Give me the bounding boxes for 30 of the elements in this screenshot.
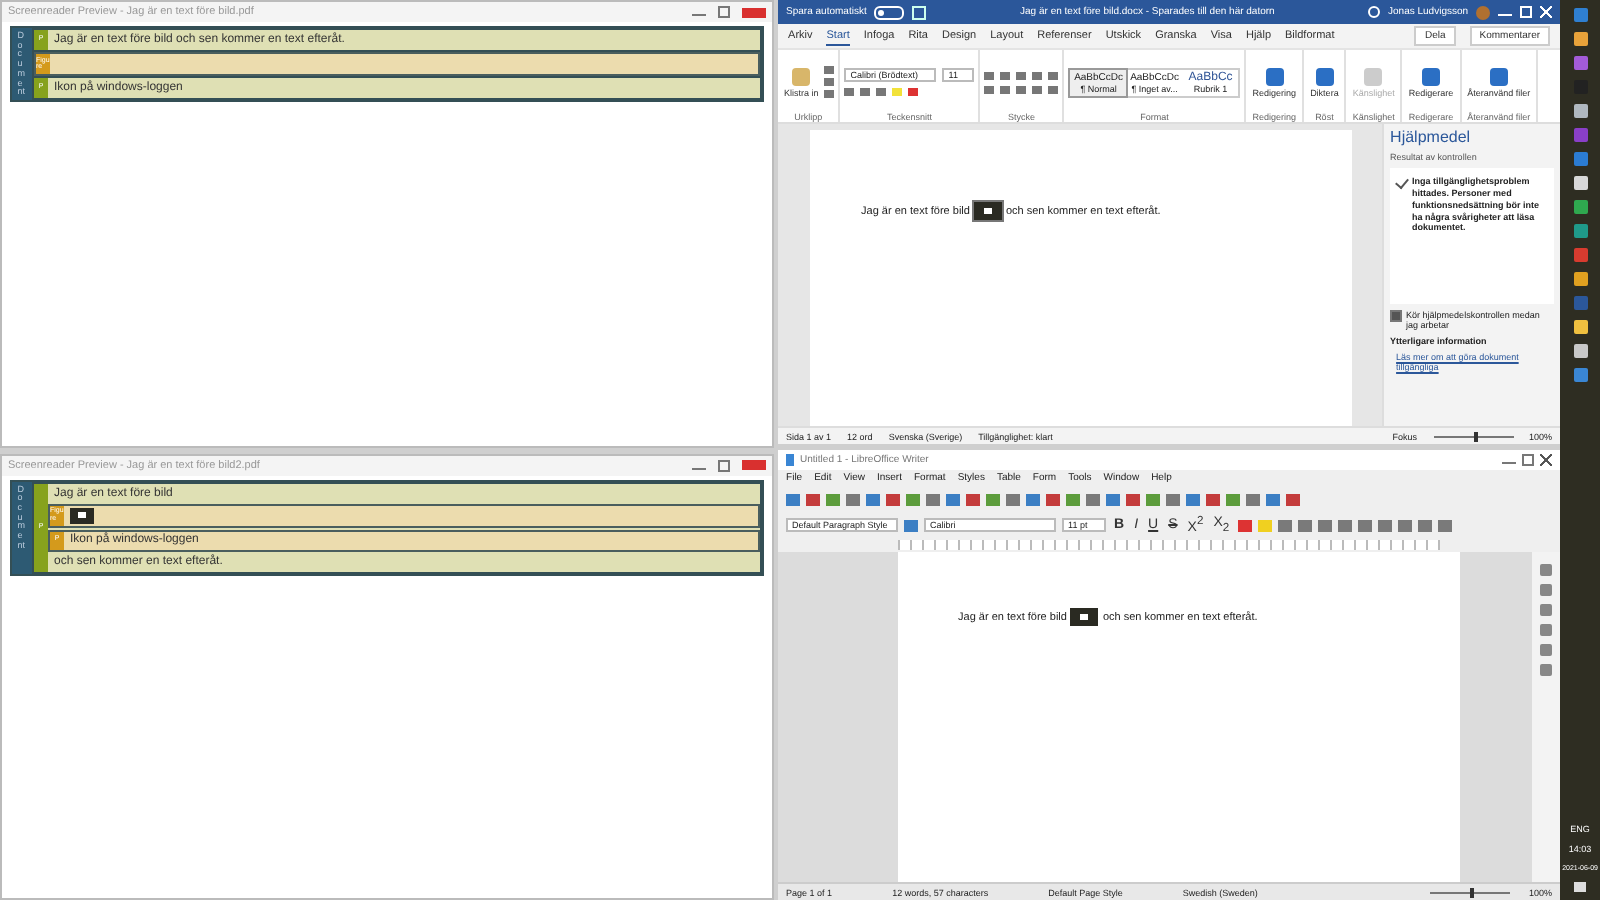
app-icon[interactable] (1573, 32, 1588, 46)
close-icon[interactable] (1540, 454, 1553, 466)
maximize-icon[interactable] (1522, 454, 1535, 466)
close-icon[interactable] (1540, 6, 1553, 18)
search-icon[interactable] (1368, 6, 1381, 18)
app-icon[interactable] (1573, 176, 1588, 190)
avatar-icon (1476, 5, 1491, 19)
app-icon[interactable] (1573, 224, 1588, 238)
app-icon[interactable] (1573, 104, 1588, 118)
checkbox[interactable] (1390, 310, 1403, 322)
selected-image[interactable] (973, 202, 1002, 220)
checkmark-icon (1395, 174, 1409, 190)
image[interactable] (1070, 608, 1099, 626)
close-icon[interactable] (742, 7, 767, 17)
app-icon[interactable] (1573, 200, 1588, 214)
app-icon[interactable] (1573, 320, 1588, 334)
app-icon[interactable] (1573, 344, 1588, 358)
minimize-icon[interactable] (1502, 456, 1517, 464)
autosave-toggle[interactable] (874, 5, 905, 19)
image-thumbnail (70, 507, 94, 523)
minimize-icon[interactable] (692, 8, 707, 16)
close-icon[interactable] (742, 460, 767, 470)
document-icon (786, 454, 795, 466)
pane-title: Hjälpmedel (1390, 128, 1473, 146)
zoom-slider[interactable] (1469, 887, 1474, 897)
notification-icon[interactable] (1574, 882, 1587, 892)
zoom-slider[interactable] (1473, 431, 1478, 441)
maximize-icon[interactable] (718, 6, 731, 18)
app-icon[interactable] (1573, 272, 1588, 286)
maximize-icon[interactable] (718, 459, 731, 471)
